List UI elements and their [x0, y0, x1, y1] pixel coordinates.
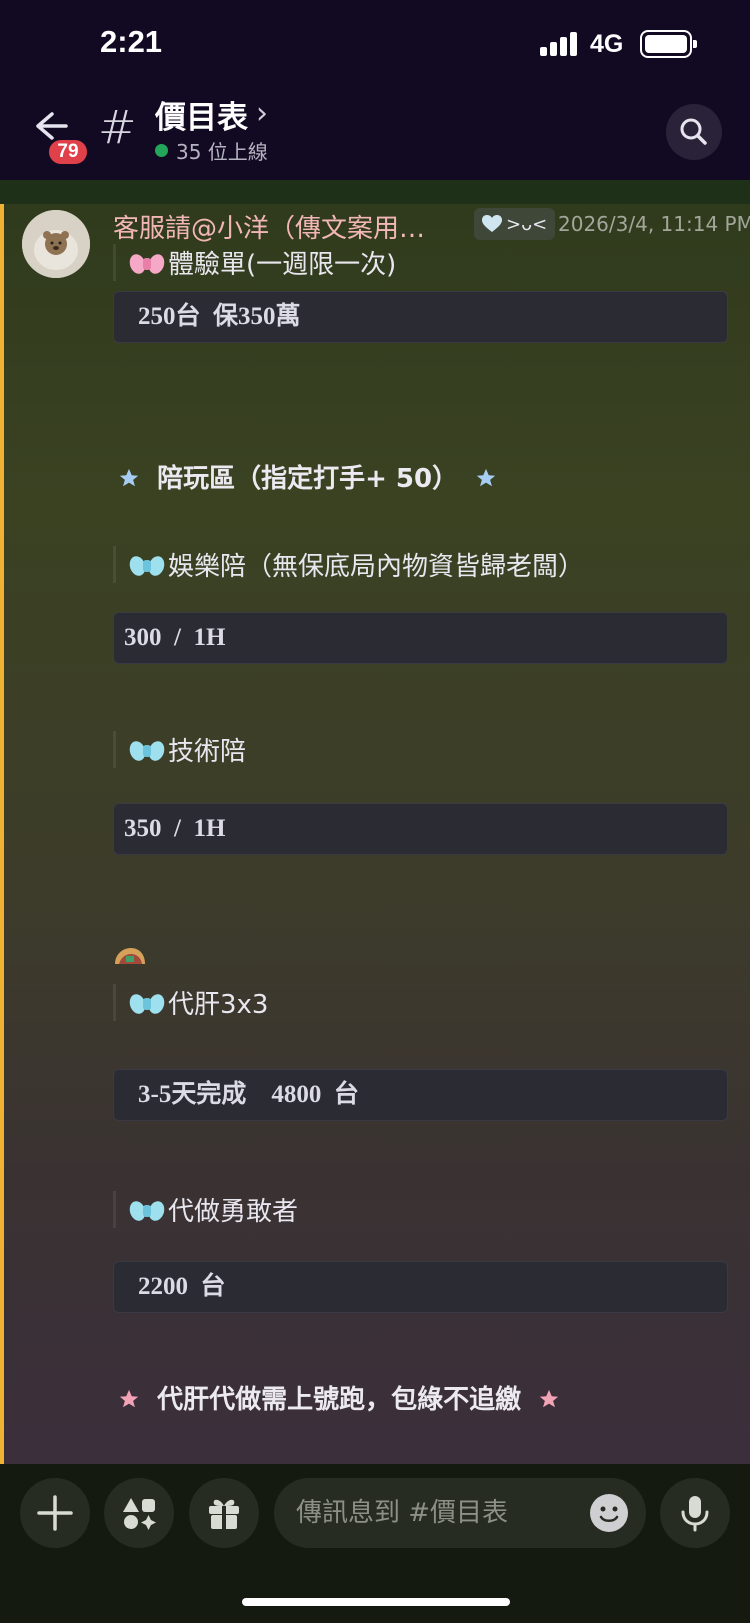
- blue-star-icon: [476, 468, 496, 487]
- bear-avatar-icon: [22, 210, 90, 278]
- apps-icon: [123, 1498, 156, 1530]
- unread-badge: 79: [46, 137, 90, 167]
- trial-label-line: 體驗單(一週限一次): [113, 244, 396, 281]
- proxy3-price-block: 3-5天完成 4800 台: [113, 1069, 728, 1121]
- brave-label-line: 代做勇敢者: [113, 1191, 298, 1228]
- message-list[interactable]: 客服請@小洋（傳文案用… >ᴗ< 2026/3/4, 11:14 PM 體驗單(…: [0, 180, 750, 1464]
- ent-price-block: 300 / 1H: [113, 612, 728, 664]
- note-heading: 代肝代做需上號跑，包綠不追繳: [118, 1379, 560, 1416]
- ent-label-line: 娛樂陪（無保底局內物資皆歸老闆）: [113, 546, 584, 583]
- ent-label: 娛樂陪（無保底局內物資皆歸老闆）: [168, 552, 585, 582]
- emoji-button[interactable]: [590, 1494, 628, 1532]
- pink-star-icon: [539, 1389, 559, 1408]
- chevron-right-icon[interactable]: ›: [256, 96, 268, 131]
- proxy3-label: 代肝3x3: [168, 990, 269, 1020]
- proxy3-label-line: 代肝3x3: [113, 984, 268, 1021]
- brave-price-block: 2200 台: [113, 1261, 728, 1313]
- mention-highlight-bar: [0, 204, 4, 1464]
- brave-label: 代做勇敢者: [168, 1197, 299, 1227]
- role-tag[interactable]: >ᴗ<: [474, 208, 556, 240]
- message-username[interactable]: 客服請@小洋（傳文案用…: [113, 208, 425, 245]
- blue-bow-icon: [130, 740, 164, 762]
- blue-bow-icon: [130, 993, 164, 1015]
- blue-star-icon: [119, 468, 139, 487]
- message-timestamp: 2026/3/4, 11:14 PM: [558, 212, 750, 236]
- header: 2:21 4G 79 # 價目表 › 35 位上線: [0, 0, 750, 180]
- search-icon: [680, 118, 707, 145]
- section-heading: 陪玩區（指定打手+ 50）: [118, 458, 497, 495]
- mic-button[interactable]: [660, 1478, 730, 1548]
- online-dot-icon: [155, 144, 168, 157]
- microphone-icon: [681, 1496, 709, 1532]
- emoji-icon: [599, 1506, 619, 1522]
- heart-icon: [482, 215, 502, 232]
- slipper-icon: [115, 948, 145, 964]
- gift-button[interactable]: [189, 1478, 259, 1548]
- pink-bow-icon: [130, 253, 164, 275]
- battery-icon: [640, 30, 697, 58]
- pink-star-icon: [119, 1389, 139, 1408]
- tech-label-line: 技術陪: [113, 731, 246, 768]
- section-title: 陪玩區（指定打手+ 50）: [157, 464, 459, 494]
- signal-icon: [540, 32, 580, 56]
- network-label: 4G: [590, 30, 624, 58]
- status-time: 2:21: [100, 24, 163, 59]
- tech-label: 技術陪: [168, 737, 247, 767]
- online-count: 35 位上線: [176, 140, 268, 164]
- hash-icon: #: [98, 100, 137, 154]
- tech-price-block: 350 / 1H: [113, 803, 728, 855]
- top-divider: [0, 180, 750, 204]
- role-tag-label: >ᴗ<: [506, 213, 548, 235]
- trial-price-block: 250台 保350萬: [113, 291, 728, 343]
- blue-bow-icon: [130, 555, 164, 577]
- online-status: 35 位上線: [155, 136, 268, 165]
- plus-icon: [37, 1495, 73, 1531]
- gift-icon: [209, 1499, 239, 1529]
- channel-title[interactable]: 價目表: [155, 92, 248, 137]
- note-text: 代肝代做需上號跑，包綠不追繳: [157, 1385, 522, 1415]
- blue-bow-icon: [130, 1200, 164, 1222]
- avatar[interactable]: [22, 210, 90, 278]
- search-button[interactable]: [666, 104, 722, 160]
- apps-button[interactable]: [104, 1478, 174, 1548]
- home-indicator[interactable]: [242, 1598, 510, 1606]
- add-button[interactable]: [20, 1478, 90, 1548]
- trial-label: 體驗單(一週限一次): [168, 250, 397, 280]
